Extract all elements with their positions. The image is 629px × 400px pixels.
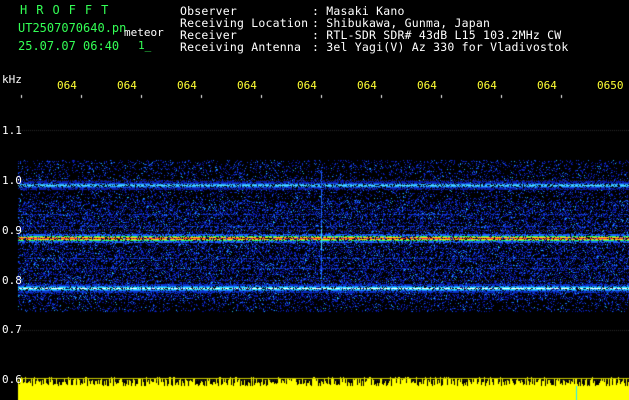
- time-tick-label: 064: [477, 79, 497, 92]
- freq-tick-label: 0.9: [2, 224, 22, 237]
- spectrogram-waterfall: [0, 0, 629, 400]
- app-title: HROFFT: [20, 3, 118, 17]
- time-tick-label: 064: [177, 79, 197, 92]
- date-time: 25.07.07 06:40: [18, 39, 120, 53]
- freq-tick-label: 1.0: [2, 174, 22, 187]
- time-tick-label: 0650: [597, 79, 624, 92]
- overlay-label: meteor: [124, 26, 164, 39]
- info-label: Receiving Antenna: [180, 40, 302, 54]
- time-tick-label: 064: [537, 79, 557, 92]
- freq-tick-label: 0.7: [2, 323, 22, 336]
- time-tick-label: 064: [417, 79, 437, 92]
- time-tick-label: 064: [57, 79, 77, 92]
- freq-tick-label: 0.6: [2, 373, 22, 386]
- freq-unit-label: kHz: [2, 73, 22, 86]
- time-tick-label: 064: [237, 79, 257, 92]
- time-tick-label: 064: [297, 79, 317, 92]
- time-tick-label: 064: [117, 79, 137, 92]
- freq-tick-label: 0.8: [2, 274, 22, 287]
- info-value: : 3el Yagi(V) Az 330 for Vladivostok: [312, 40, 569, 54]
- file-name: UT2507070640.pn: [18, 21, 127, 35]
- small-marker: 1_: [138, 39, 152, 52]
- time-tick-label: 064: [357, 79, 377, 92]
- freq-tick-label: 1.1: [2, 124, 22, 137]
